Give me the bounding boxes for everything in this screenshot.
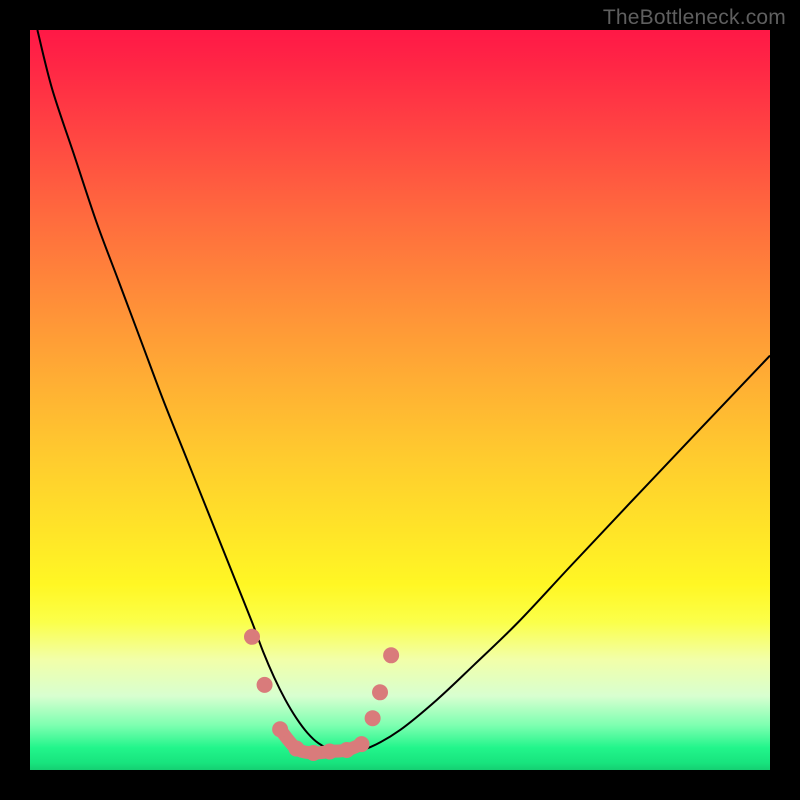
- highlight-dot: [322, 744, 338, 760]
- highlight-dot: [305, 745, 321, 761]
- highlight-dot: [354, 736, 370, 752]
- bottleneck-curve: [37, 30, 770, 753]
- highlight-dot: [288, 741, 304, 757]
- chart-frame: TheBottleneck.com: [0, 0, 800, 800]
- highlight-dot: [383, 647, 399, 663]
- chart-overlay-svg: [30, 30, 770, 770]
- highlight-dot: [257, 677, 273, 693]
- highlight-dot: [372, 684, 388, 700]
- highlight-dot: [365, 710, 381, 726]
- highlight-dot: [244, 629, 260, 645]
- highlight-dot: [272, 721, 288, 737]
- watermark-text: TheBottleneck.com: [603, 6, 786, 30]
- highlight-dots-group: [244, 629, 399, 761]
- highlight-dot: [339, 742, 355, 758]
